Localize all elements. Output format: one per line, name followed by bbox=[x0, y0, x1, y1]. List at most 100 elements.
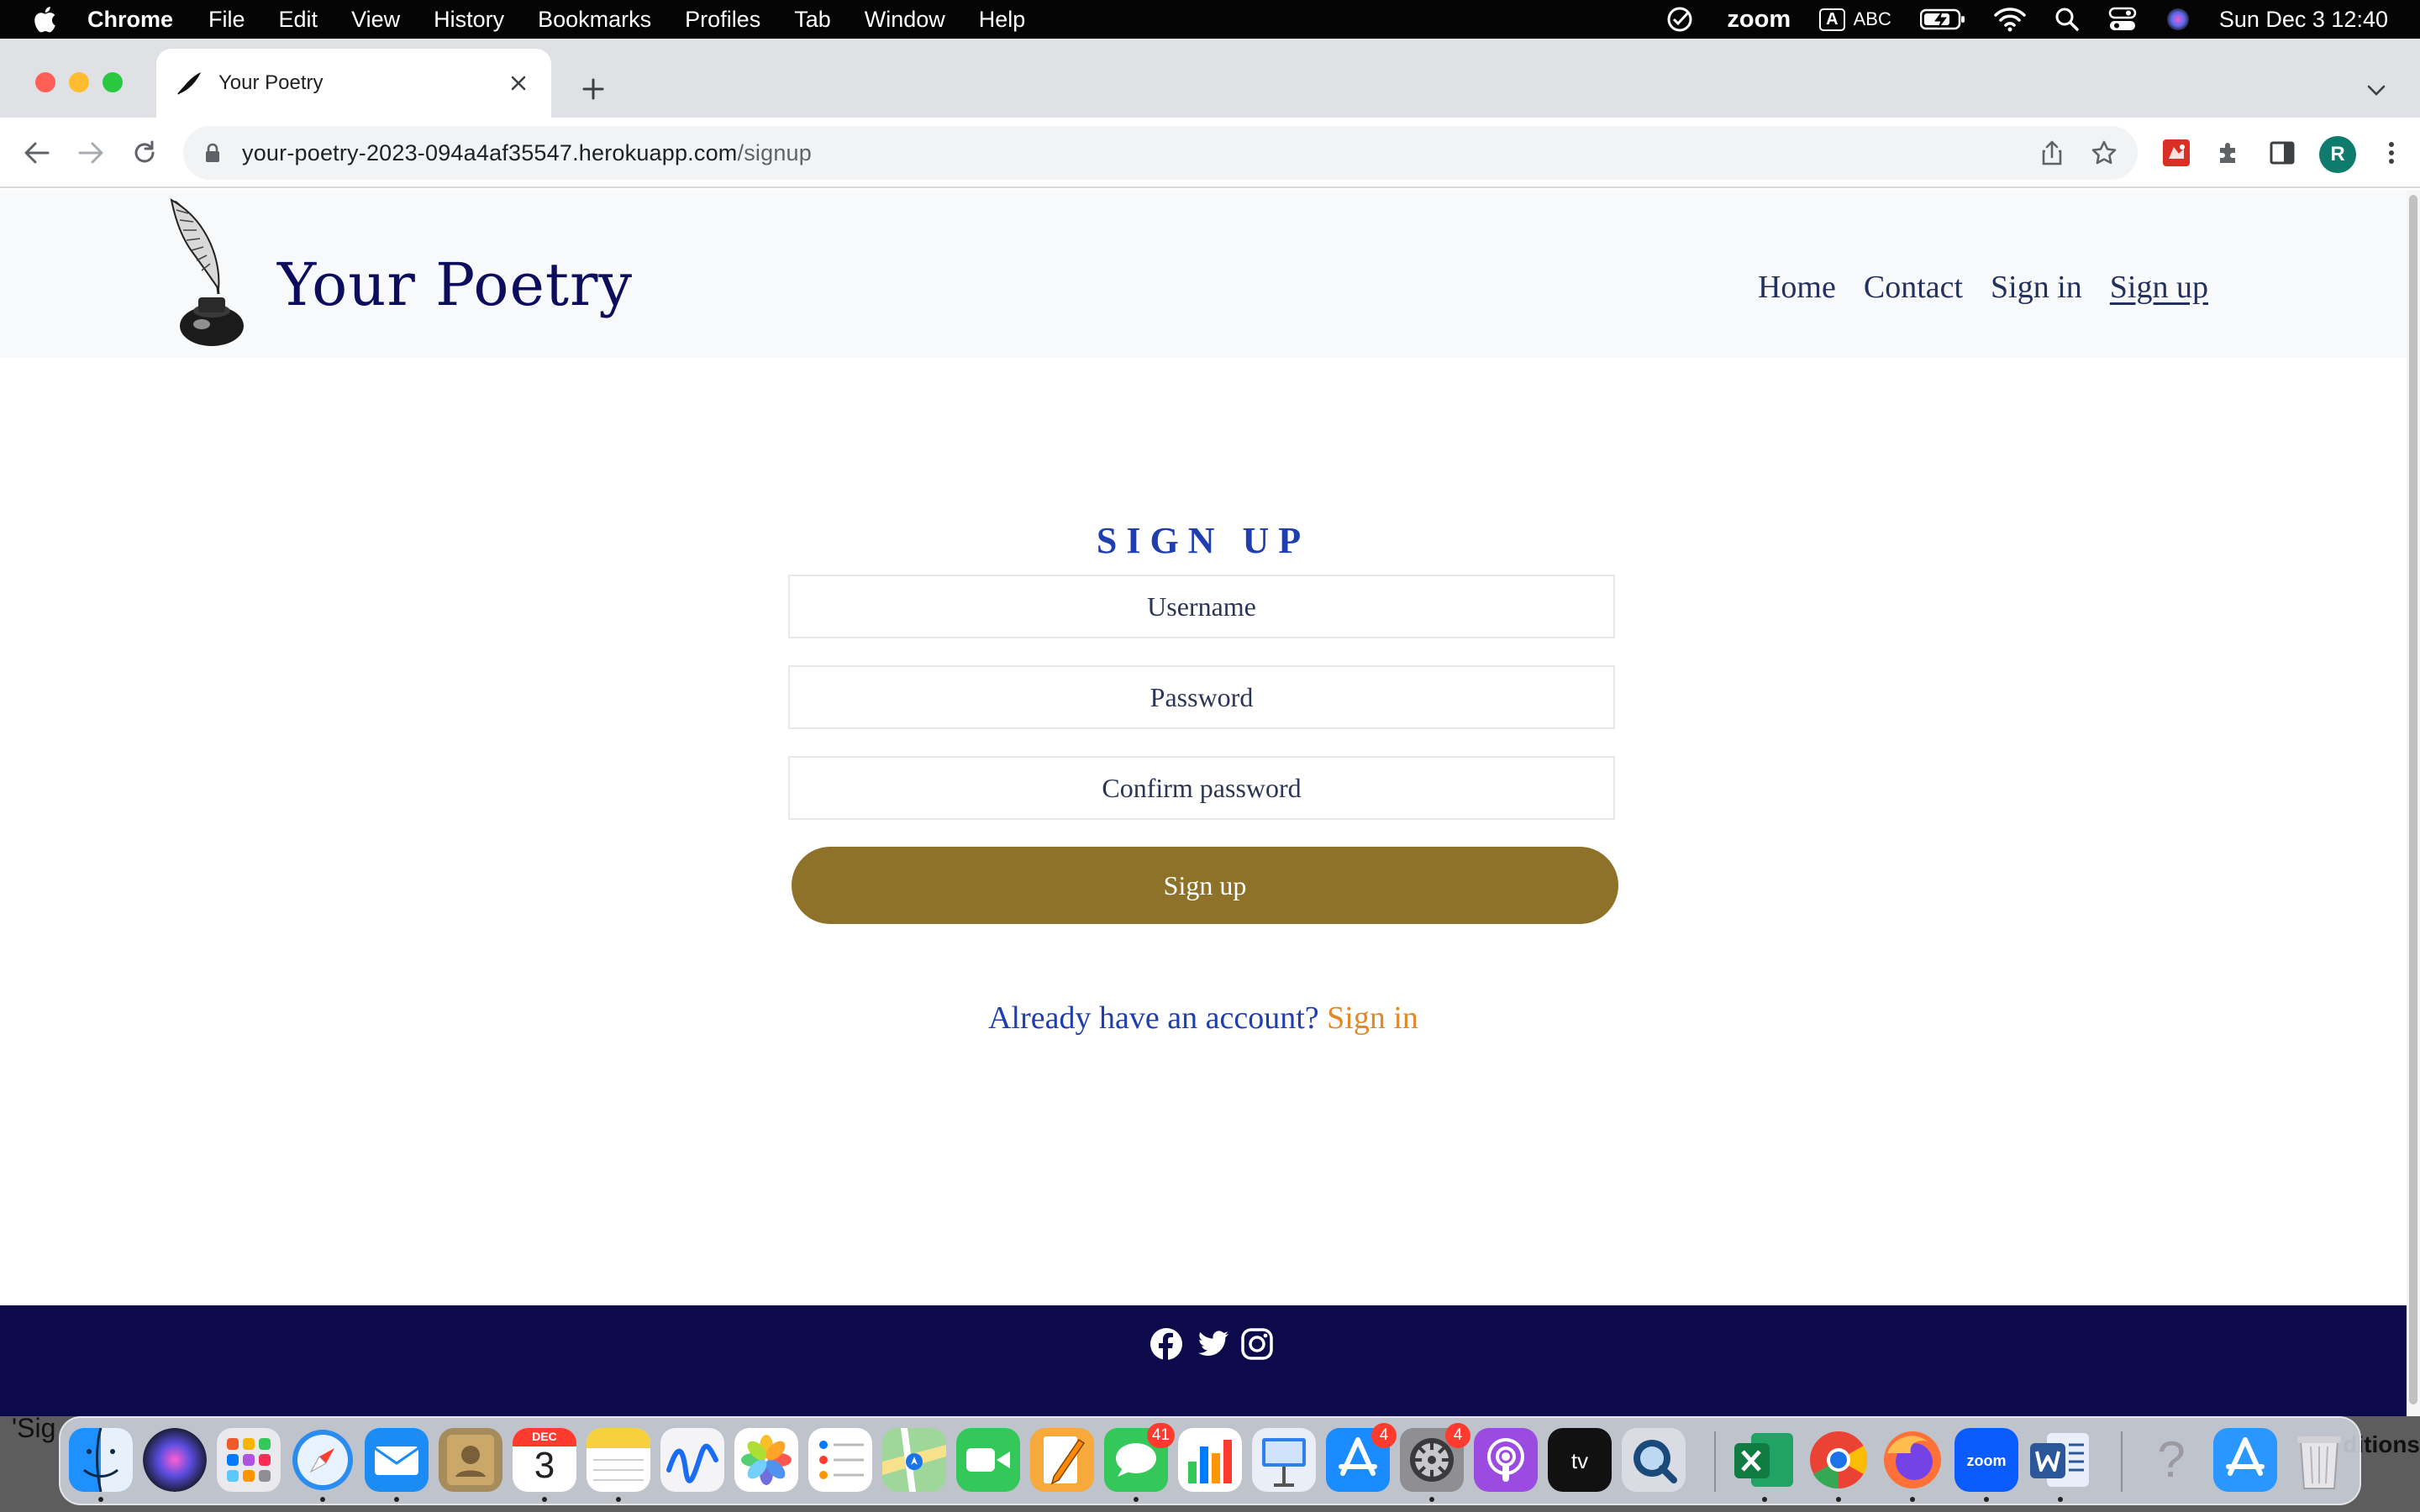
apple-icon[interactable] bbox=[30, 3, 62, 36]
zoom-app-icon[interactable]: zoom bbox=[1954, 1428, 2018, 1492]
bookmark-star-icon[interactable] bbox=[2089, 138, 2119, 168]
window-zoom-button[interactable] bbox=[103, 72, 123, 92]
nav-link-home[interactable]: Home bbox=[1758, 269, 1836, 306]
mail-app-icon[interactable] bbox=[365, 1428, 429, 1492]
twitter-icon[interactable] bbox=[1197, 1327, 1230, 1361]
photos-app-icon[interactable] bbox=[734, 1428, 798, 1492]
confirm-password-input[interactable]: Confirm password bbox=[788, 756, 1615, 820]
site-header: Your Poetry Home Contact Sign in Sign up bbox=[0, 190, 2407, 358]
menu-app-chrome[interactable]: Chrome bbox=[87, 7, 173, 33]
nav-link-sign-in[interactable]: Sign in bbox=[1991, 269, 2082, 306]
menu-bookmarks[interactable]: Bookmarks bbox=[538, 7, 651, 33]
contacts-app-icon[interactable] bbox=[439, 1428, 502, 1492]
menu-history[interactable]: History bbox=[434, 7, 504, 33]
address-bar-url: your-poetry-2023-094a4af35547.herokuapp.… bbox=[242, 140, 812, 166]
menu-tab[interactable]: Tab bbox=[794, 7, 831, 33]
input-source-icon: A bbox=[1819, 8, 1845, 31]
share-icon[interactable] bbox=[2037, 138, 2067, 168]
messages-badge: 41 bbox=[1146, 1423, 1175, 1448]
forward-arrow-icon[interactable] bbox=[72, 134, 109, 171]
word-app-icon[interactable] bbox=[2028, 1428, 2092, 1492]
profile-avatar[interactable]: R bbox=[2319, 136, 2356, 173]
wifi-icon[interactable] bbox=[1994, 7, 2026, 32]
site-nav: Home Contact Sign in Sign up bbox=[1730, 269, 2208, 306]
focus-status-icon[interactable] bbox=[1665, 3, 1698, 36]
tab-search-chevron-icon[interactable] bbox=[2361, 76, 2391, 106]
new-tab-icon[interactable] bbox=[576, 72, 610, 106]
numbers-app-icon[interactable] bbox=[1178, 1428, 1242, 1492]
siri-app-icon[interactable] bbox=[143, 1428, 207, 1492]
podcasts-app-icon[interactable] bbox=[1474, 1428, 1538, 1492]
sign-in-link[interactable]: Sign in bbox=[1327, 1000, 1418, 1036]
freeform-app-icon[interactable] bbox=[660, 1428, 724, 1492]
notes-app-icon[interactable] bbox=[587, 1428, 650, 1492]
instagram-icon[interactable] bbox=[1240, 1327, 1274, 1361]
extensions-puzzle-icon[interactable] bbox=[2212, 136, 2245, 170]
extension-red-icon[interactable] bbox=[2160, 136, 2193, 170]
system-settings-badge: 4 bbox=[1445, 1423, 1470, 1448]
firefox-app-icon[interactable] bbox=[1881, 1428, 1944, 1492]
site-brand-title[interactable]: Your Poetry bbox=[277, 250, 633, 319]
reload-icon[interactable] bbox=[126, 134, 163, 171]
browser-toolbar: your-poetry-2023-094a4af35547.herokuapp.… bbox=[0, 118, 2420, 188]
chrome-menu-kebab-icon[interactable] bbox=[2375, 136, 2408, 170]
calendar-app-icon[interactable]: DEC 3 bbox=[513, 1428, 576, 1492]
launchpad-app-icon[interactable] bbox=[217, 1428, 281, 1492]
input-source-menu[interactable]: A ABC bbox=[1819, 8, 1891, 31]
chrome-app-icon[interactable] bbox=[1807, 1428, 1870, 1492]
siri-icon[interactable] bbox=[2165, 7, 2191, 32]
username-placeholder: Username bbox=[1147, 591, 1256, 622]
app-store-app-icon[interactable]: 4 bbox=[1326, 1423, 1397, 1492]
unknown-app-question-icon[interactable]: ? bbox=[2139, 1428, 2203, 1492]
macos-dock: DEC 3 41 4 4 tv zoom ? bbox=[59, 1416, 2361, 1505]
quill-inkwell-logo-icon[interactable] bbox=[165, 198, 255, 349]
control-center-icon[interactable] bbox=[2108, 7, 2137, 32]
battery-charging-icon[interactable] bbox=[1919, 8, 1965, 30]
spotlight-search-icon[interactable] bbox=[2054, 7, 2080, 32]
calendar-day: 3 bbox=[534, 1445, 555, 1486]
menu-window[interactable]: Window bbox=[865, 7, 945, 33]
keynote-app-icon[interactable] bbox=[1252, 1428, 1316, 1492]
excel-app-icon[interactable] bbox=[1733, 1428, 1797, 1492]
apple-tv-app-icon[interactable]: tv bbox=[1548, 1428, 1612, 1492]
sign-up-button[interactable]: Sign up bbox=[792, 847, 1618, 924]
messages-app-icon[interactable]: 41 bbox=[1104, 1423, 1175, 1492]
username-input[interactable]: Username bbox=[788, 575, 1615, 638]
pages-app-icon[interactable] bbox=[1030, 1428, 1094, 1492]
menu-edit[interactable]: Edit bbox=[279, 7, 318, 33]
facebook-icon[interactable] bbox=[1150, 1327, 1183, 1361]
applications-stack-icon[interactable] bbox=[2213, 1428, 2277, 1492]
menu-help[interactable]: Help bbox=[979, 7, 1026, 33]
side-panel-icon[interactable] bbox=[2265, 136, 2299, 170]
window-close-button[interactable] bbox=[35, 72, 55, 92]
firefox-running-dot bbox=[1910, 1497, 1915, 1502]
trash-icon[interactable] bbox=[2287, 1428, 2351, 1492]
zoom-status-label[interactable]: zoom bbox=[1727, 6, 1791, 34]
url-host: your-poetry-2023-094a4af35547.herokuapp.… bbox=[242, 139, 738, 165]
safari-app-icon[interactable] bbox=[291, 1428, 355, 1492]
menu-profiles[interactable]: Profiles bbox=[685, 7, 760, 33]
tab-close-icon[interactable] bbox=[502, 67, 534, 99]
nav-link-contact[interactable]: Contact bbox=[1864, 269, 1963, 306]
scrollbar-thumb[interactable] bbox=[2409, 195, 2417, 1404]
system-settings-app-icon[interactable]: 4 bbox=[1400, 1423, 1470, 1492]
password-input[interactable]: Password bbox=[788, 665, 1615, 729]
menu-file[interactable]: File bbox=[208, 7, 245, 33]
facetime-app-icon[interactable] bbox=[956, 1428, 1020, 1492]
address-bar[interactable]: your-poetry-2023-094a4af35547.herokuapp.… bbox=[183, 126, 2138, 180]
reminders-app-icon[interactable] bbox=[808, 1428, 872, 1492]
finder-app-icon[interactable] bbox=[69, 1428, 133, 1492]
browser-tab-active[interactable]: Your Poetry bbox=[156, 49, 551, 118]
tab-title: Your Poetry bbox=[218, 71, 324, 94]
page-scrollbar[interactable] bbox=[2407, 190, 2420, 1416]
menubar-clock[interactable]: Sun Dec 3 12:40 bbox=[2219, 7, 2388, 33]
nav-link-sign-up[interactable]: Sign up bbox=[2110, 269, 2208, 306]
back-arrow-icon[interactable] bbox=[18, 134, 55, 171]
quicktime-app-icon[interactable] bbox=[1622, 1428, 1686, 1492]
svg-text:zoom: zoom bbox=[1967, 1452, 2007, 1469]
lock-icon[interactable] bbox=[202, 142, 224, 164]
already-have-account-line: Already have an account? Sign in bbox=[0, 1000, 2407, 1037]
maps-app-icon[interactable] bbox=[882, 1428, 946, 1492]
menu-view[interactable]: View bbox=[351, 7, 400, 33]
window-minimize-button[interactable] bbox=[69, 72, 89, 92]
